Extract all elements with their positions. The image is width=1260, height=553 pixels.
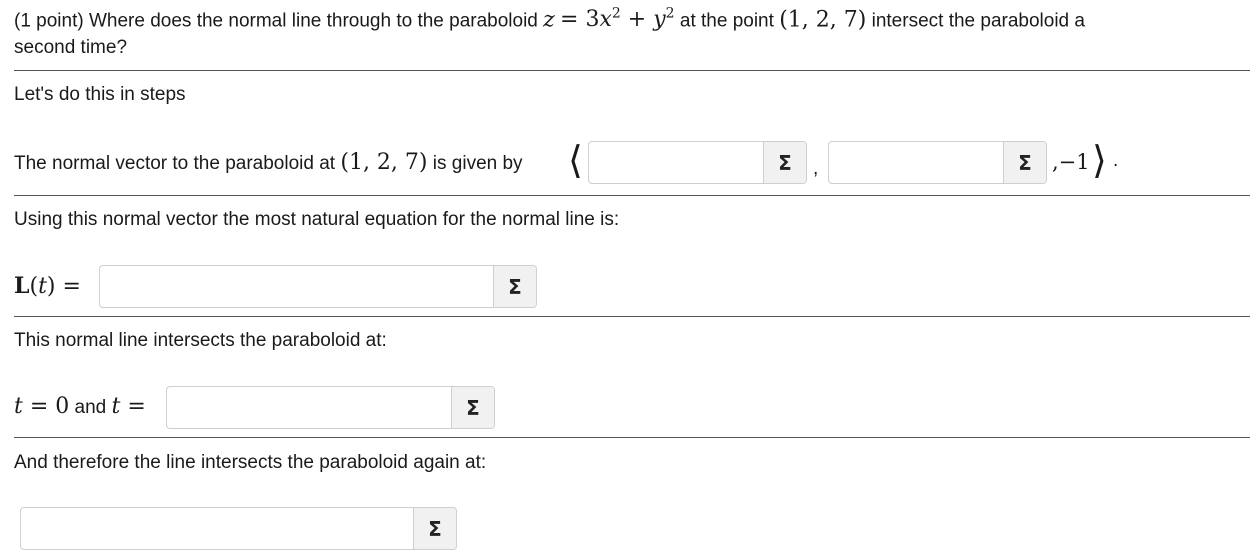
equation-rhs: = 3x2 + y2 <box>560 6 675 33</box>
question-point: (1, 2, 7) <box>779 7 867 33</box>
question-suffix: intersect the paraboloid a <box>871 10 1085 32</box>
normal-line-field[interactable]: Σ <box>99 265 537 308</box>
normal-x-field[interactable]: Σ <box>588 141 807 184</box>
step1-label: The normal vector to the paraboloid at <box>14 153 336 174</box>
steps-intro: Let's do this in steps <box>14 84 186 105</box>
right-angle-bracket: ⟩ <box>1092 138 1107 182</box>
step3-text: This normal line intersects the parabolo… <box>14 330 387 351</box>
divider <box>14 316 1250 317</box>
divider <box>14 195 1250 196</box>
divider <box>14 70 1250 71</box>
step2-text: Using this normal vector the most natura… <box>14 209 620 230</box>
t-value-field[interactable]: Σ <box>166 386 495 429</box>
equation-z: z <box>543 7 555 33</box>
divider <box>14 437 1250 438</box>
line-equation-lhs: L(t) = <box>14 273 81 299</box>
normal-z-component: ,−1 <box>1052 150 1090 174</box>
question-line-1: (1 point) Where does the normal line thr… <box>14 6 1085 32</box>
t-value-input[interactable] <box>167 387 451 428</box>
equation-editor-icon[interactable]: Σ <box>451 387 494 428</box>
t-values-label: t = 0 and t = <box>14 394 146 419</box>
period: . <box>1113 150 1119 171</box>
and-word: and <box>74 397 107 418</box>
left-angle-bracket: ⟨ <box>568 138 583 182</box>
step1-text: The normal vector to the paraboloid at (… <box>14 150 523 175</box>
normal-y-field[interactable]: Σ <box>828 141 1047 184</box>
equation-editor-icon[interactable]: Σ <box>413 508 456 549</box>
equation-editor-icon[interactable]: Σ <box>1003 142 1046 183</box>
question-prefix: (1 point) Where does the normal line thr… <box>14 10 538 32</box>
intersection-point-field[interactable]: Σ <box>20 507 457 550</box>
comma-separator: , <box>813 158 819 179</box>
equation-editor-icon[interactable]: Σ <box>763 142 806 183</box>
normal-y-input[interactable] <box>829 142 1003 183</box>
step1-given-by: is given by <box>432 153 523 174</box>
equation-editor-icon[interactable]: Σ <box>493 266 536 307</box>
intersection-point-input[interactable] <box>21 508 413 549</box>
normal-x-input[interactable] <box>589 142 763 183</box>
question-middle: at the point <box>679 10 774 32</box>
question-line-2: second time? <box>14 37 128 58</box>
normal-line-input[interactable] <box>100 266 493 307</box>
step4-text: And therefore the line intersects the pa… <box>14 452 487 473</box>
step1-point: (1, 2, 7) <box>340 150 428 175</box>
